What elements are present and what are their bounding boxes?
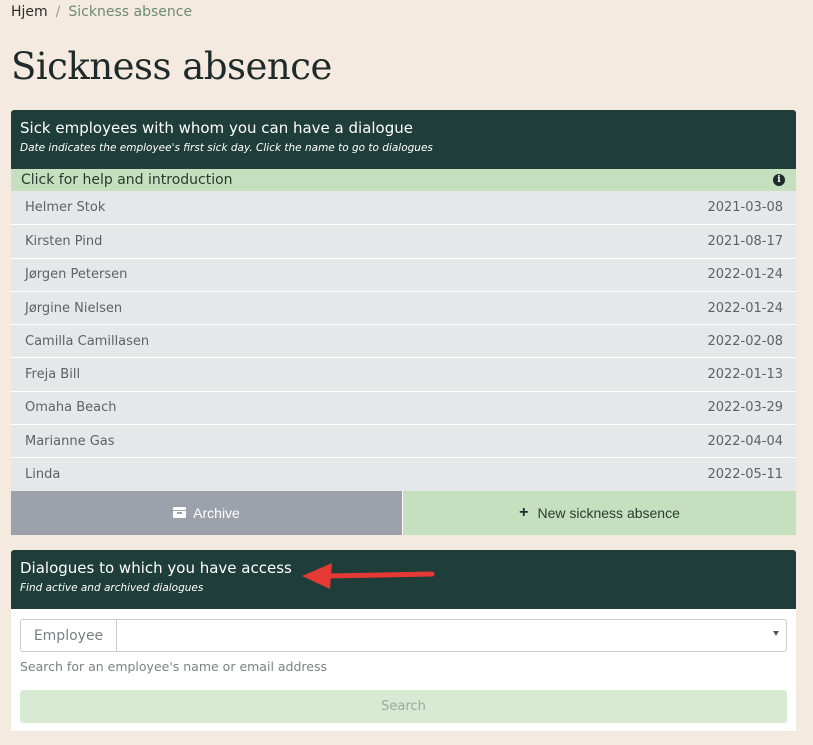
employee-row[interactable]: Marianne Gas 2022-04-04 [11,424,796,457]
employee-row[interactable]: Kirsten Pind 2021-08-17 [11,224,796,257]
employee-name[interactable]: Linda [25,467,60,482]
breadcrumb-current: Sickness absence [68,4,193,20]
employee-select[interactable] [117,620,786,651]
employee-name[interactable]: Helmer Stok [25,200,105,215]
archive-button-label: Archive [193,504,240,521]
plus-icon: + [519,503,529,521]
search-button[interactable]: Search [20,690,787,723]
employee-first-sick-date: 2022-03-29 [707,400,783,416]
sick-employees-title: Sick employees with whom you can have a … [20,119,413,137]
employee-row[interactable]: Jørgen Petersen 2022-01-24 [11,257,796,291]
sick-employees-header: Sick employees with whom you can have a … [11,110,796,169]
employee-name[interactable]: Omaha Beach [25,400,116,415]
caret-down-icon [773,631,779,636]
employee-first-sick-date: 2022-01-24 [707,300,783,316]
help-introduction-label: Click for help and introduction [21,172,233,188]
employee-search-group: Employee [20,619,787,652]
employee-first-sick-date: 2021-08-17 [707,233,783,249]
archive-icon [173,507,187,519]
employee-row[interactable]: Jørgine Nielsen 2022-01-24 [11,290,796,324]
new-sickness-absence-button[interactable]: + New sickness absence [402,490,796,535]
employee-first-sick-date: 2022-05-11 [707,467,783,483]
breadcrumb: Hjem / Sickness absence [11,3,192,21]
dialogues-body: Employee Search for an employee's name o… [11,609,796,731]
sick-card-actions: Archive + New sickness absence [11,490,796,535]
employee-search-help: Search for an employee's name or email a… [20,659,327,674]
employee-name[interactable]: Jørgen Petersen [25,267,127,282]
employee-name[interactable]: Marianne Gas [25,434,115,449]
employee-row[interactable]: Freja Bill 2022-01-13 [11,357,796,390]
help-introduction-toggle[interactable]: Click for help and introduction i [11,169,796,191]
page-title: Sickness absence [11,45,332,88]
employee-row[interactable]: Omaha Beach 2022-03-29 [11,390,796,424]
employee-first-sick-date: 2022-04-04 [707,433,783,449]
employee-first-sick-date: 2022-02-08 [707,333,783,349]
employee-first-sick-date: 2022-01-13 [707,367,783,383]
employee-row[interactable]: Linda 2022-05-11 [11,457,796,490]
archive-button[interactable]: Archive [11,490,402,535]
employee-first-sick-date: 2022-01-24 [707,267,783,283]
employee-row[interactable]: Helmer Stok 2021-03-08 [11,191,796,224]
employee-label: Employee [21,620,117,651]
annotation-arrow-icon [302,563,435,589]
employee-name[interactable]: Camilla Camillasen [25,334,149,349]
sick-employees-subtitle: Date indicates the employee's first sick… [20,142,433,154]
employee-name[interactable]: Freja Bill [25,367,80,382]
breadcrumb-separator: / [55,4,61,20]
employee-name[interactable]: Jørgine Nielsen [25,301,122,316]
employee-name[interactable]: Kirsten Pind [25,234,102,249]
sick-employee-list: Helmer Stok 2021-03-08 Kirsten Pind 2021-08… [11,191,796,491]
breadcrumb-home-link[interactable]: Hjem [11,3,48,21]
sick-employees-card: Sick employees with whom you can have a … [11,110,796,535]
new-sickness-absence-label: New sickness absence [537,504,680,521]
employee-row[interactable]: Camilla Camillasen 2022-02-08 [11,324,796,357]
employee-first-sick-date: 2021-03-08 [707,200,783,216]
info-icon: i [773,174,785,186]
